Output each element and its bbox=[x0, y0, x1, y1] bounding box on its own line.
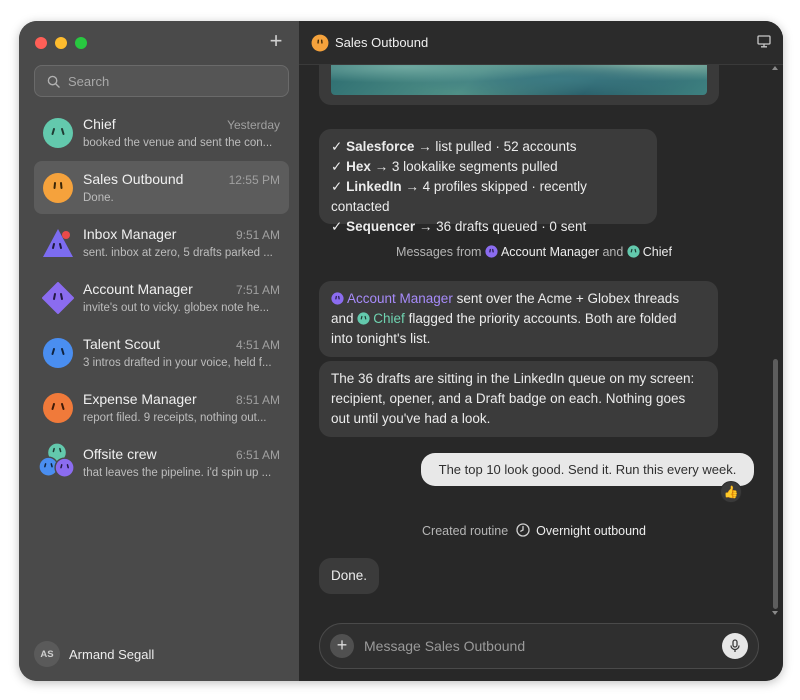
message-line: recipient, opener, and a Draft badge on … bbox=[331, 391, 686, 406]
chat-pane: Sales Outbound ✓ Salesforce → list pulle… bbox=[299, 21, 783, 681]
conversation-time: Yesterday bbox=[227, 118, 280, 132]
conversation-item-account-manager[interactable]: Account Manager 7:51 AM invite's out to … bbox=[34, 271, 289, 324]
conversation-preview: invite's out to vicky. globex note he... bbox=[83, 302, 270, 314]
scroll-up-arrow-icon[interactable] bbox=[772, 66, 778, 70]
conversation-preview: report filed. 9 receipts, nothing out... bbox=[83, 412, 267, 424]
message-line: into tonight's list. bbox=[331, 331, 431, 346]
current-user[interactable]: AS Armand Segall bbox=[34, 641, 154, 667]
handoff-message: Account Manager sent over the Acme + Glo… bbox=[319, 281, 718, 357]
conversation-item-sales-outbound[interactable]: Sales Outbound 12:55 PM Done. bbox=[34, 161, 289, 214]
screen-share-icon[interactable] bbox=[757, 35, 771, 48]
new-conversation-button[interactable]: + bbox=[265, 30, 287, 53]
account-manager-avatar-icon bbox=[331, 292, 344, 305]
clock-icon bbox=[516, 523, 530, 537]
message-scrollbar[interactable] bbox=[772, 65, 778, 621]
conversation-item-offsite-crew[interactable]: Offsite crew 6:51 AM that leaves the pip… bbox=[34, 436, 289, 489]
checklist-line: ✓ Hex → 3 lookalike segments pulled bbox=[331, 159, 558, 174]
conversation-item-inbox-manager[interactable]: Inbox Manager 9:51 AM sent. inbox at zer… bbox=[34, 216, 289, 269]
conversation-name: Sales Outbound bbox=[83, 171, 184, 187]
user-message: The top 10 look good. Send it. Run this … bbox=[421, 453, 754, 486]
conversation-preview: Done. bbox=[83, 192, 114, 204]
sales-outbound-avatar-icon bbox=[311, 34, 329, 51]
app-window: + Chief Yesterday booked the venue and s… bbox=[19, 21, 783, 681]
conversation-name: Chief bbox=[83, 116, 116, 132]
agent-link[interactable]: Chief bbox=[643, 245, 672, 259]
microphone-button[interactable] bbox=[722, 633, 748, 659]
conversation-name: Talent Scout bbox=[83, 336, 161, 352]
agent-link[interactable]: Account Manager bbox=[501, 245, 599, 259]
image-message bbox=[319, 65, 719, 105]
drafts-message: The 36 drafts are sitting in the LinkedI… bbox=[319, 361, 718, 437]
attach-button[interactable]: + bbox=[330, 634, 354, 658]
conversation-list: Chief Yesterday booked the venue and sen… bbox=[34, 106, 289, 491]
conversation-time: 4:51 AM bbox=[235, 338, 280, 352]
microphone-icon bbox=[730, 639, 740, 652]
group-avatar-icon bbox=[38, 442, 75, 478]
conversation-time: 6:51 AM bbox=[235, 448, 280, 462]
conversation-item-talent-scout[interactable]: Talent Scout 4:51 AM 3 intros drafted in… bbox=[34, 326, 289, 379]
chat-header: Sales Outbound bbox=[299, 21, 783, 65]
maximize-window-button[interactable] bbox=[75, 37, 87, 49]
minimize-window-button[interactable] bbox=[55, 37, 67, 49]
routine-created-notice: Created routine Overnight outbound bbox=[422, 523, 646, 538]
conversation-name: Expense Manager bbox=[83, 391, 197, 407]
chat-title: Sales Outbound bbox=[335, 35, 429, 50]
search-box[interactable] bbox=[34, 65, 289, 97]
talent-scout-avatar-icon bbox=[43, 338, 73, 368]
conversation-name: Inbox Manager bbox=[83, 226, 177, 242]
message-composer: + bbox=[319, 623, 759, 669]
window-controls bbox=[35, 37, 87, 49]
sidebar: + Chief Yesterday booked the venue and s… bbox=[19, 21, 299, 681]
checklist-line: ✓ Salesforce → list pulled · 52 accounts bbox=[331, 139, 577, 154]
search-input[interactable] bbox=[68, 73, 268, 89]
routine-link[interactable]: Overnight outbound bbox=[536, 524, 646, 538]
message-line: The 36 drafts are sitting in the LinkedI… bbox=[331, 371, 695, 386]
chief-avatar-icon bbox=[43, 118, 73, 148]
done-message: Done. bbox=[319, 558, 379, 594]
user-avatar: AS bbox=[34, 641, 60, 667]
sidebar-top-bar: + bbox=[19, 21, 299, 65]
conversation-item-chief[interactable]: Chief Yesterday booked the venue and sen… bbox=[34, 106, 289, 159]
checklist-line: ✓ LinkedIn → 4 profiles skipped · recent… bbox=[331, 179, 587, 214]
messages-from-divider: Messages from Account Manager and Chief bbox=[396, 245, 672, 259]
conversation-time: 8:51 AM bbox=[235, 393, 280, 407]
sales-outbound-avatar-icon bbox=[43, 173, 73, 203]
thumbs-up-reaction-icon[interactable]: 👍 bbox=[720, 481, 742, 503]
user-name: Armand Segall bbox=[69, 646, 155, 662]
status-checklist-message: ✓ Salesforce → list pulled · 52 accounts… bbox=[319, 129, 657, 234]
conversation-name: Offsite crew bbox=[83, 446, 157, 462]
account-manager-avatar-icon bbox=[485, 245, 498, 258]
scroll-down-arrow-icon[interactable] bbox=[772, 611, 778, 615]
conversation-preview: booked the venue and sent the con... bbox=[83, 137, 273, 149]
scroll-thumb[interactable] bbox=[773, 359, 778, 609]
conversation-preview: 3 intros drafted in your voice, held f..… bbox=[83, 357, 272, 369]
chief-avatar-icon bbox=[627, 245, 640, 258]
conversation-time: 7:51 AM bbox=[235, 283, 280, 297]
conversation-item-expense-manager[interactable]: Expense Manager 8:51 AM report filed. 9 … bbox=[34, 381, 289, 434]
conversation-time: 12:55 PM bbox=[228, 173, 280, 187]
conversation-preview: sent. inbox at zero, 5 drafts parked ... bbox=[83, 247, 273, 259]
search-icon bbox=[47, 75, 60, 88]
message-line: and Chief flagged the priority accounts.… bbox=[331, 311, 677, 326]
expense-manager-avatar-icon bbox=[43, 393, 73, 423]
agent-mention[interactable]: Chief bbox=[373, 311, 405, 326]
agent-mention[interactable]: Account Manager bbox=[347, 291, 453, 306]
message-line: Account Manager sent over the Acme + Glo… bbox=[331, 289, 706, 309]
message-line: out until you've had a look. bbox=[331, 411, 491, 426]
close-window-button[interactable] bbox=[35, 37, 47, 49]
attached-image[interactable] bbox=[331, 65, 707, 95]
inbox-manager-avatar-icon bbox=[43, 229, 73, 257]
conversation-preview: that leaves the pipeline. i'd spin up ..… bbox=[83, 467, 272, 479]
chief-avatar-icon bbox=[357, 312, 370, 325]
account-manager-avatar-icon bbox=[42, 282, 74, 314]
message-input[interactable] bbox=[364, 638, 722, 654]
conversation-name: Account Manager bbox=[83, 281, 193, 297]
conversation-time: 9:51 AM bbox=[235, 228, 280, 242]
checklist-line: ✓ Sequencer → 36 drafts queued · 0 sent bbox=[331, 219, 587, 234]
message-list: ✓ Salesforce → list pulled · 52 accounts… bbox=[299, 65, 769, 621]
